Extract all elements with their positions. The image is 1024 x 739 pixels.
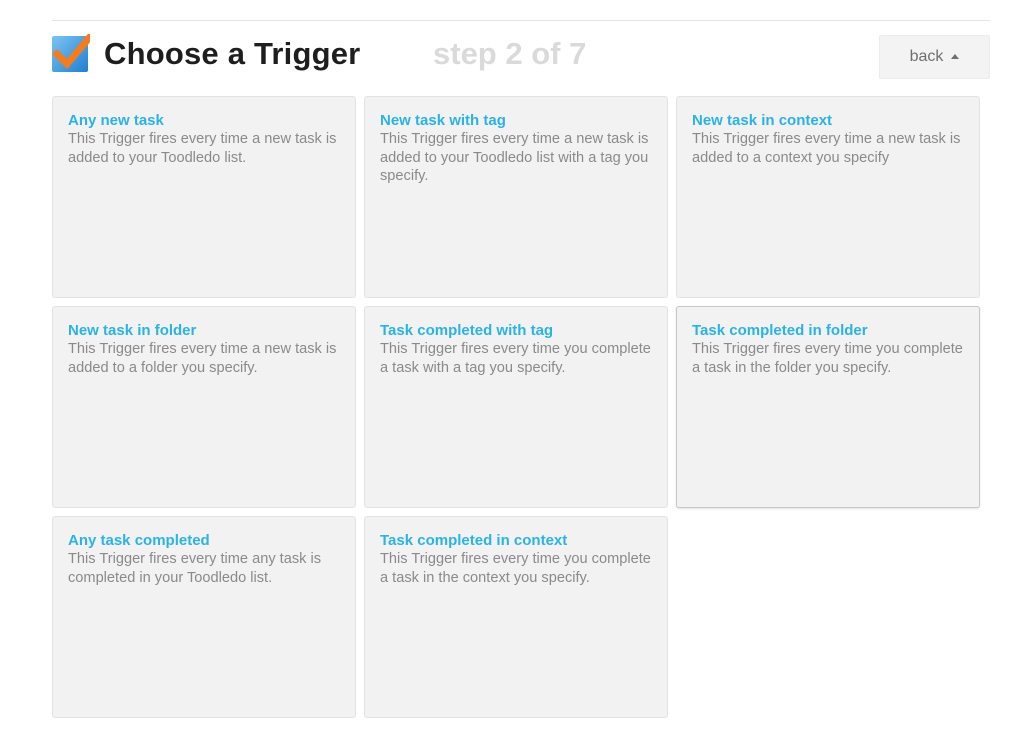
toodledo-checkmark-icon bbox=[52, 33, 94, 72]
trigger-grid: Any new task This Trigger fires every ti… bbox=[52, 96, 980, 718]
trigger-title: Any new task bbox=[68, 112, 164, 129]
trigger-title: New task in context bbox=[692, 112, 833, 129]
trigger-card-new-task-in-folder[interactable]: New task in folder This Trigger fires ev… bbox=[52, 306, 356, 508]
trigger-description: This Trigger fires every time you comple… bbox=[380, 341, 651, 376]
page-header: Choose a Trigger step 2 of 7 back bbox=[52, 33, 990, 80]
trigger-card-task-completed-with-tag[interactable]: Task completed with tag This Trigger fir… bbox=[364, 306, 668, 508]
trigger-card-task-completed-in-folder[interactable]: Task completed in folder This Trigger fi… bbox=[676, 306, 980, 508]
caret-up-icon bbox=[951, 54, 960, 59]
page-title: Choose a Trigger bbox=[104, 36, 361, 71]
trigger-description: This Trigger fires every time you comple… bbox=[692, 341, 963, 376]
trigger-description: This Trigger fires every time any task i… bbox=[68, 551, 322, 586]
trigger-card-new-task-in-context[interactable]: New task in context This Trigger fires e… bbox=[676, 96, 980, 298]
trigger-card-task-completed-in-context[interactable]: Task completed in context This Trigger f… bbox=[364, 516, 668, 718]
trigger-card-any-task-completed[interactable]: Any task completed This Trigger fires ev… bbox=[52, 516, 356, 718]
top-divider bbox=[52, 20, 990, 21]
trigger-description: This Trigger fires every time you comple… bbox=[380, 551, 651, 586]
trigger-description: This Trigger fires every time a new task… bbox=[380, 131, 649, 184]
trigger-card-any-new-task[interactable]: Any new task This Trigger fires every ti… bbox=[52, 96, 356, 298]
step-indicator: step 2 of 7 bbox=[433, 36, 587, 71]
trigger-description: This Trigger fires every time a new task… bbox=[692, 131, 961, 166]
back-button[interactable]: back bbox=[879, 35, 990, 79]
trigger-title: New task with tag bbox=[380, 112, 506, 129]
trigger-title: Task completed in folder bbox=[692, 322, 868, 339]
trigger-title: Task completed with tag bbox=[380, 322, 554, 339]
back-button-label: back bbox=[909, 48, 944, 65]
trigger-card-new-task-with-tag[interactable]: New task with tag This Trigger fires eve… bbox=[364, 96, 668, 298]
trigger-title: Task completed in context bbox=[380, 532, 568, 549]
trigger-description: This Trigger fires every time a new task… bbox=[68, 131, 337, 166]
trigger-description: This Trigger fires every time a new task… bbox=[68, 341, 337, 376]
trigger-title: Any task completed bbox=[68, 532, 210, 549]
trigger-title: New task in folder bbox=[68, 322, 197, 339]
